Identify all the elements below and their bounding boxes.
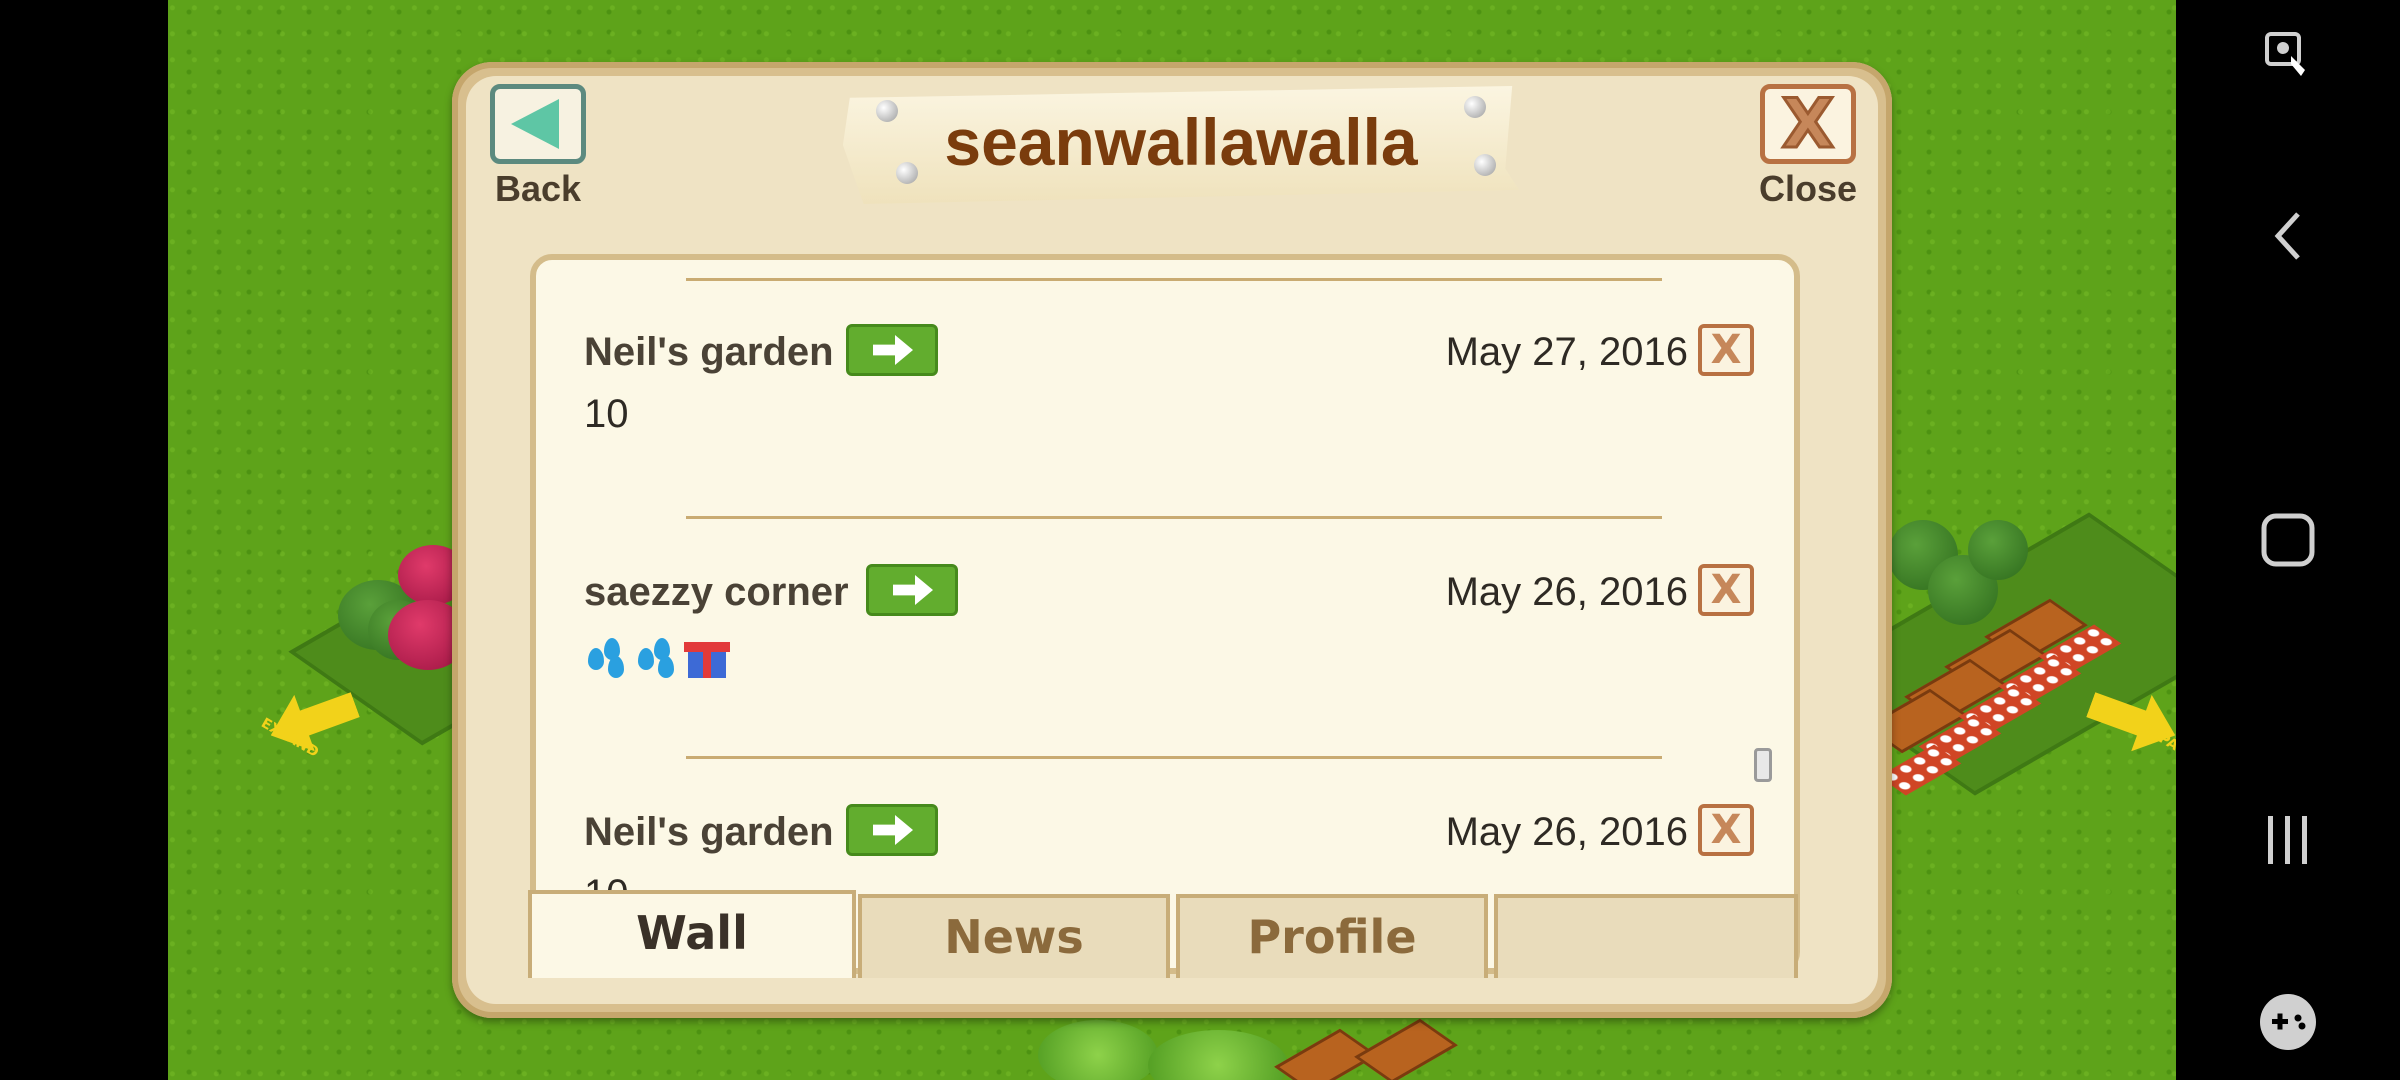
friend-wall-dialog: Back seanwallawalla X Close Neil's garde… xyxy=(452,62,1892,1018)
android-nav-bar xyxy=(2176,0,2400,1080)
game-tools-icon[interactable] xyxy=(2176,990,2400,1059)
page-title: seanwallawalla xyxy=(944,105,1418,179)
water-drops-icon xyxy=(584,634,630,680)
entry-author[interactable]: Neil's garden xyxy=(584,330,834,375)
divider xyxy=(686,756,1662,759)
soil-plot[interactable] xyxy=(1354,1018,1458,1080)
wall-feed[interactable]: Neil's garden May 27, 2016 X 10 saezzy c… xyxy=(530,254,1800,974)
back-button[interactable]: Back xyxy=(488,84,588,210)
back-label: Back xyxy=(494,168,582,209)
gift-icon xyxy=(684,634,730,680)
divider xyxy=(686,278,1662,281)
close-icon[interactable]: X xyxy=(1760,84,1856,164)
visit-farm-button[interactable] xyxy=(846,804,938,856)
title-sign: seanwallawalla xyxy=(842,86,1520,204)
entry-message xyxy=(584,634,730,680)
visit-farm-button[interactable] xyxy=(846,324,938,376)
recents-nav-icon[interactable] xyxy=(2176,812,2400,873)
arrow-right-icon xyxy=(873,815,913,845)
close-button[interactable]: X Close xyxy=(1758,84,1858,210)
home-nav-icon[interactable] xyxy=(2176,510,2400,575)
tab-bar: Wall News Profile xyxy=(528,886,1806,978)
arrow-right-icon xyxy=(893,575,933,605)
touch-lock-icon[interactable] xyxy=(2176,30,2400,85)
tab-news[interactable]: News xyxy=(858,894,1170,978)
arrow-right-icon xyxy=(873,335,913,365)
tab-wall[interactable]: Wall xyxy=(528,890,856,978)
tab-empty xyxy=(1494,894,1798,978)
delete-entry-button[interactable]: X xyxy=(1698,324,1754,376)
bush xyxy=(1038,1020,1158,1080)
back-nav-icon[interactable] xyxy=(2176,208,2400,269)
entry-message: 10 xyxy=(584,392,629,436)
entry-author[interactable]: Neil's garden xyxy=(584,810,834,855)
scrollbar-thumb[interactable] xyxy=(1754,748,1772,782)
entry-author[interactable]: saezzy corner xyxy=(584,570,849,615)
tab-profile[interactable]: Profile xyxy=(1176,894,1488,978)
close-label: Close xyxy=(1758,168,1858,209)
water-drops-icon xyxy=(634,634,680,680)
delete-entry-button[interactable]: X xyxy=(1698,804,1754,856)
entry-date: May 26, 2016 xyxy=(1445,810,1688,854)
entry-date: May 26, 2016 xyxy=(1445,570,1688,614)
delete-entry-button[interactable]: X xyxy=(1698,564,1754,616)
divider xyxy=(686,516,1662,519)
wall-entry: saezzy corner May 26, 2016 X xyxy=(584,564,1762,770)
wall-entry: Neil's garden May 27, 2016 X 10 xyxy=(584,324,1762,530)
tree xyxy=(1968,520,2028,580)
bush xyxy=(1148,1030,1288,1080)
visit-farm-button[interactable] xyxy=(866,564,958,616)
back-icon[interactable] xyxy=(490,84,586,164)
entry-date: May 27, 2016 xyxy=(1445,330,1688,374)
